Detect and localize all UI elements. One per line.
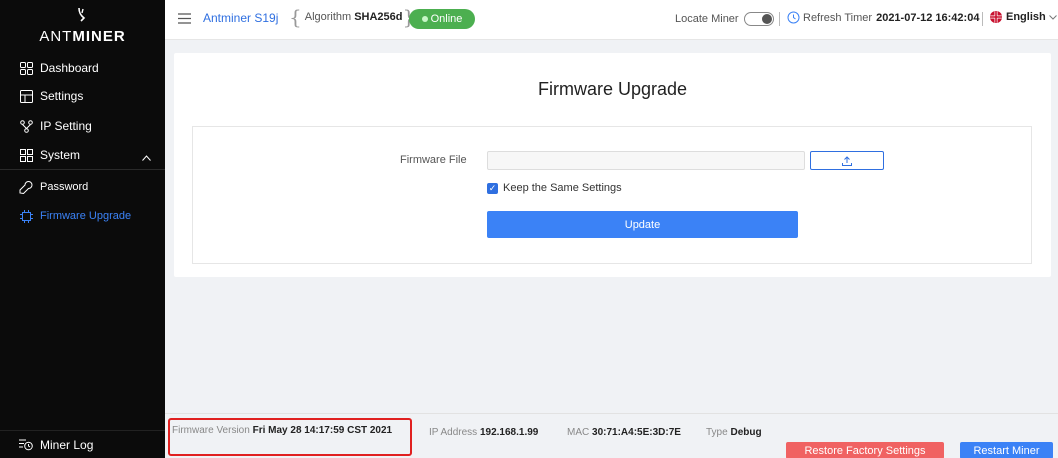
- chip-icon: [19, 209, 33, 223]
- ip-address-label: IP Address: [429, 427, 478, 438]
- sidebar-item-label: System: [40, 148, 81, 162]
- language-selector[interactable]: English: [990, 11, 1057, 23]
- system-icon: [19, 148, 33, 162]
- header-divider: [779, 12, 780, 26]
- restore-factory-settings-button[interactable]: Restore Factory Settings: [786, 442, 944, 458]
- top-header: Antminer S19j { Algorithm SHA256d } Onli…: [165, 0, 1058, 40]
- miner-type: Type Debug: [706, 427, 762, 438]
- language-label: English: [1006, 11, 1046, 23]
- logo-text: ANTMINER: [39, 28, 126, 45]
- sidebar-item-label: Settings: [40, 89, 84, 103]
- chevron-down-icon: [1048, 11, 1057, 23]
- status-footer: Firmware Version Fri May 28 14:17:59 CST…: [165, 413, 1058, 458]
- uk-flag-icon: [990, 11, 1002, 23]
- logo-mark-icon: [78, 7, 86, 22]
- refresh-timer: Refresh Timer 2021-07-12 16:42:04: [787, 11, 979, 24]
- sidebar-item-dashboard[interactable]: Dashboard: [0, 54, 165, 82]
- firmware-file-input[interactable]: [487, 151, 805, 170]
- mac-address-value: 30:71:A4:5E:3D:7E: [592, 427, 681, 438]
- mac-address: MAC 30:71:A4:5E:3D:7E: [567, 427, 681, 438]
- status-dot-icon: [421, 16, 428, 22]
- restart-miner-button[interactable]: Restart Miner: [960, 442, 1053, 458]
- page-title: Firmware Upgrade: [537, 79, 688, 99]
- sidebar-item-settings[interactable]: Settings: [0, 82, 165, 110]
- upgrade-form: Firmware File ✓ Keep the Same Settings U…: [192, 126, 1032, 264]
- firmware-version-highlight: [168, 418, 412, 456]
- sidebar-item-label: IP Setting: [40, 119, 92, 133]
- algorithm-value: SHA256d: [354, 11, 403, 23]
- refresh-icon[interactable]: [787, 11, 800, 24]
- firmware-version-label: Firmware Version: [172, 425, 250, 436]
- sidebar: ANTMINER Dashboard Settings IP Setting S…: [0, 0, 165, 458]
- miner-model: Antminer S19j: [203, 11, 279, 25]
- sidebar-item-ip-setting[interactable]: IP Setting: [0, 112, 165, 140]
- upload-button[interactable]: [810, 151, 884, 170]
- locate-miner-toggle[interactable]: [743, 12, 774, 26]
- header-divider: [982, 12, 983, 26]
- sidebar-divider: [0, 169, 165, 170]
- ip-address-value: 192.168.1.99: [479, 427, 539, 438]
- algorithm-info: { Algorithm SHA256d }: [289, 5, 415, 29]
- settings-icon: [19, 89, 33, 103]
- keep-settings-checkbox[interactable]: ✓: [487, 182, 498, 194]
- status-text: Online: [430, 13, 463, 25]
- algorithm-label: Algorithm: [304, 11, 352, 23]
- sidebar-item-label: Dashboard: [40, 61, 99, 75]
- keep-settings-option[interactable]: ✓ Keep the Same Settings: [487, 182, 622, 194]
- chevron-up-icon: [142, 150, 151, 164]
- upload-icon: [842, 155, 852, 166]
- locate-miner: Locate Miner: [675, 12, 774, 26]
- update-button[interactable]: Update: [487, 211, 798, 238]
- ip-address: IP Address 192.168.1.99: [429, 427, 538, 438]
- firmware-version: Firmware Version Fri May 28 14:17:59 CST…: [172, 425, 392, 436]
- sidebar-item-firmware-upgrade[interactable]: Firmware Upgrade: [0, 202, 165, 230]
- firmware-version-value: Fri May 28 14:17:59 CST 2021: [252, 425, 393, 436]
- miner-type-value: Debug: [730, 427, 762, 438]
- sidebar-item-system[interactable]: System: [0, 141, 165, 169]
- sidebar-item-label: Password: [40, 181, 89, 193]
- dashboard-icon: [19, 61, 33, 75]
- miner-log-button[interactable]: Miner Log: [0, 430, 165, 458]
- key-icon: [19, 180, 33, 194]
- status-badge: Online: [409, 9, 475, 29]
- mac-address-label: MAC: [567, 427, 590, 438]
- firmware-file-label: Firmware File: [400, 154, 467, 166]
- refresh-label: Refresh Timer: [803, 11, 873, 24]
- sidebar-item-password[interactable]: Password: [0, 173, 165, 201]
- menu-icon[interactable]: [178, 13, 191, 24]
- keep-settings-label: Keep the Same Settings: [503, 182, 622, 194]
- sidebar-item-label: Firmware Upgrade: [40, 210, 132, 222]
- log-icon: [19, 438, 33, 452]
- miner-type-label: Type: [706, 427, 728, 438]
- locate-label: Locate Miner: [675, 13, 739, 25]
- network-icon: [19, 119, 33, 133]
- antminer-logo[interactable]: ANTMINER: [0, 6, 165, 50]
- firmware-upgrade-card: Firmware Upgrade Firmware File ✓ Keep th…: [174, 53, 1051, 277]
- refresh-value: 2021-07-12 16:42:04: [876, 11, 980, 24]
- miner-log-label: Miner Log: [40, 437, 94, 452]
